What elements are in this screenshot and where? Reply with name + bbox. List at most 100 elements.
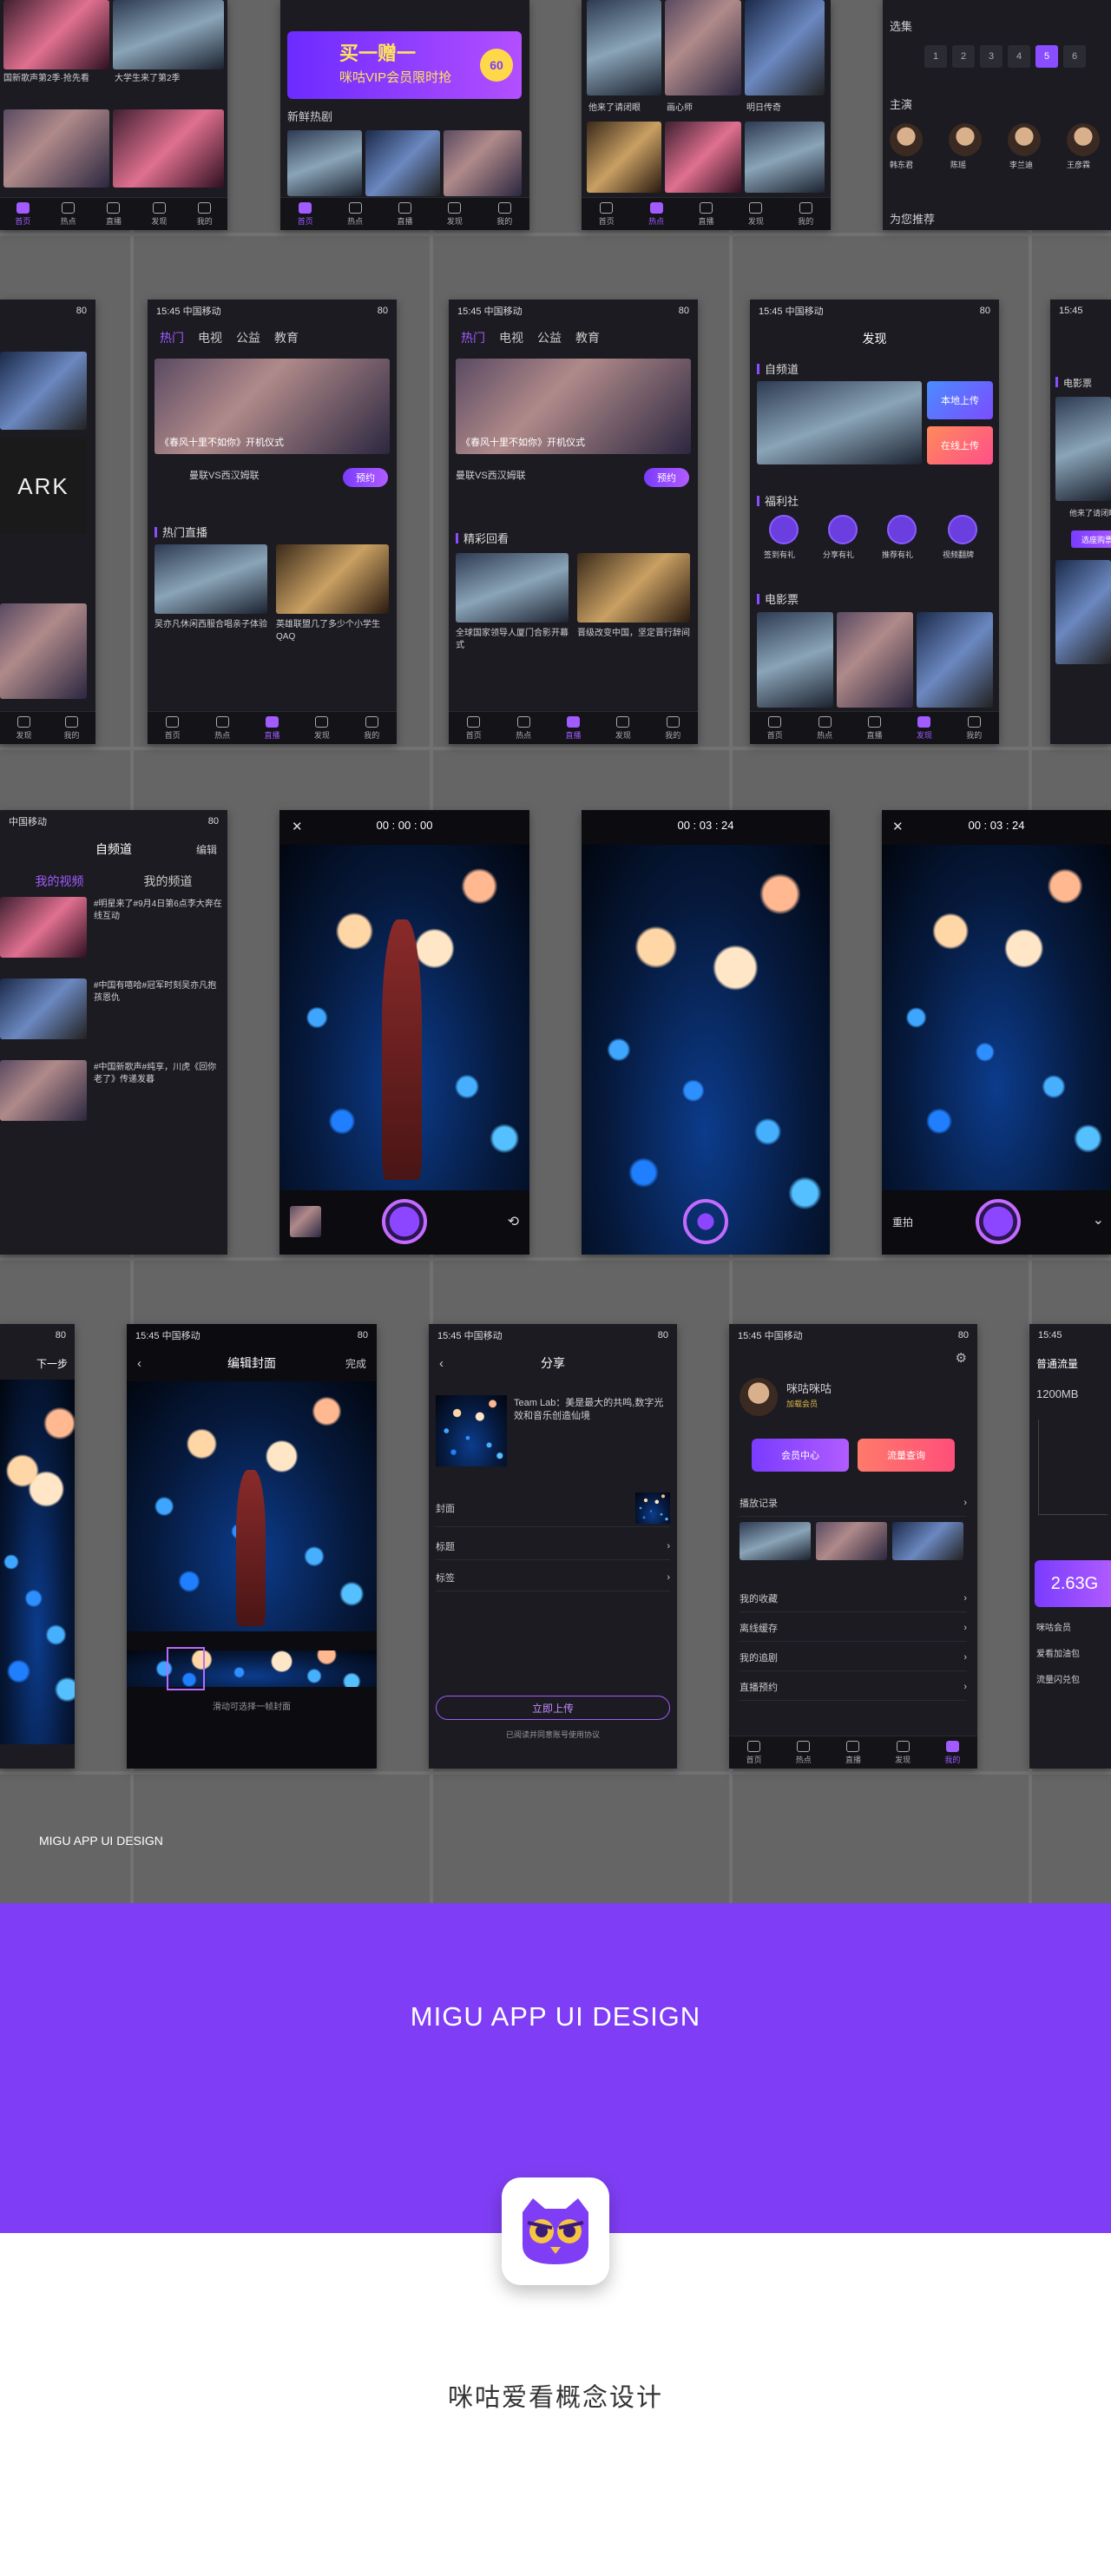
poster[interactable] — [837, 612, 913, 708]
thumbnail[interactable] — [3, 109, 109, 188]
data-card[interactable]: 2.63G — [1035, 1560, 1111, 1607]
tab-hot[interactable]: 热点 — [347, 201, 363, 227]
menu-live-reservation[interactable]: 直播预约 › — [740, 1673, 967, 1701]
menu-favorites[interactable]: 我的收藏 › — [740, 1584, 967, 1612]
tab-live[interactable]: 直播 — [698, 201, 713, 227]
thumbnail[interactable] — [365, 130, 440, 196]
tab-discover[interactable]: 发现 — [895, 1740, 910, 1765]
data-query-button[interactable]: 流量查询 — [858, 1439, 955, 1472]
tab-my-channel[interactable]: 我的频道 — [144, 873, 193, 890]
menu-following[interactable]: 我的追剧 › — [740, 1644, 967, 1671]
avatar[interactable] — [740, 1378, 778, 1416]
thumbnail[interactable] — [154, 544, 267, 614]
agreement-checkbox[interactable]: 已阅读并同意账号使用协议 — [429, 1729, 677, 1740]
poster[interactable] — [665, 122, 741, 193]
thumbnail[interactable] — [577, 553, 690, 623]
tab-hot[interactable]: 热点 — [817, 715, 832, 741]
episode-chip[interactable]: 3 — [980, 45, 1003, 68]
frame-strip[interactable] — [127, 1650, 377, 1687]
chevron-down-icon[interactable]: ⌄ — [1093, 1211, 1104, 1229]
tab-discover[interactable]: 发现 — [748, 201, 764, 227]
tab-charity[interactable]: 公益 — [236, 329, 260, 346]
upload-button[interactable]: 立即上传 — [436, 1696, 670, 1720]
tab-me[interactable]: 我的 — [197, 201, 213, 227]
thumbnail[interactable] — [3, 0, 109, 69]
tab-hot[interactable]: 热点 — [796, 1740, 812, 1765]
field-tags[interactable]: 标签 › — [436, 1564, 670, 1591]
thumbnail[interactable] — [287, 130, 362, 196]
thumbnail[interactable] — [444, 130, 522, 196]
tab-charity[interactable]: 公益 — [537, 329, 562, 346]
tab-live[interactable]: 直播 — [845, 1740, 861, 1765]
tab-me[interactable]: 我的 — [496, 201, 512, 227]
poster[interactable] — [587, 0, 661, 96]
thumbnail[interactable] — [757, 381, 922, 464]
menu-item[interactable]: 爱看加油包 — [1036, 1649, 1080, 1661]
tab-discover[interactable]: 发现 — [917, 715, 932, 741]
poster[interactable] — [665, 0, 741, 96]
history-thumbnail[interactable] — [740, 1522, 811, 1560]
poster[interactable] — [745, 122, 825, 193]
camera-flip-icon[interactable]: ⟲ — [508, 1213, 519, 1230]
reserve-button[interactable]: 预约 — [343, 468, 388, 487]
thumbnail[interactable] — [0, 352, 87, 430]
menu-offline[interactable]: 离线缓存 › — [740, 1614, 967, 1642]
episode-chip[interactable]: 4 — [1008, 45, 1030, 68]
thumbnail[interactable] — [456, 553, 569, 623]
edit-button[interactable]: 编辑 — [196, 842, 217, 857]
tab-home[interactable]: 首页 — [767, 715, 783, 741]
back-icon[interactable]: ‹ — [439, 1356, 444, 1371]
local-upload-button[interactable]: 本地上传 — [927, 381, 993, 419]
tab-hot[interactable]: 热门 — [461, 329, 485, 346]
thumbnail[interactable] — [113, 109, 224, 188]
avatar[interactable] — [890, 123, 923, 156]
avatar[interactable] — [949, 123, 982, 156]
menu-item[interactable]: 流量闪兑包 — [1036, 1675, 1080, 1687]
stop-button[interactable] — [683, 1199, 728, 1244]
video-thumbnail[interactable] — [0, 897, 87, 958]
retake-button[interactable]: 重拍 — [892, 1215, 913, 1229]
flip-icon[interactable] — [948, 515, 977, 544]
reserve-button[interactable]: 预约 — [644, 468, 689, 487]
video-thumbnail[interactable] — [0, 1060, 87, 1121]
tab-live[interactable]: 直播 — [565, 715, 581, 741]
poster[interactable] — [917, 612, 993, 708]
tab-education[interactable]: 教育 — [274, 329, 299, 346]
tab-discover[interactable]: 发现 — [16, 715, 32, 741]
episode-chip[interactable]: 1 — [924, 45, 947, 68]
tab-hot[interactable]: 热点 — [648, 201, 664, 227]
tab-hot[interactable]: 热点 — [516, 715, 531, 741]
history-thumbnail[interactable] — [816, 1522, 887, 1560]
dark-poster[interactable]: ARK — [0, 438, 87, 534]
record-button[interactable] — [976, 1199, 1021, 1244]
frame-selector[interactable] — [167, 1647, 205, 1690]
tab-tv[interactable]: 电视 — [198, 329, 222, 346]
done-button[interactable]: 完成 — [345, 1356, 366, 1371]
tab-hot[interactable]: 热点 — [214, 715, 230, 741]
thumbnail[interactable] — [276, 544, 389, 614]
tab-me[interactable]: 我的 — [364, 715, 379, 741]
tab-education[interactable]: 教育 — [575, 329, 600, 346]
tab-me[interactable]: 我的 — [966, 715, 982, 741]
tab-live[interactable]: 直播 — [106, 201, 122, 227]
poster[interactable] — [1055, 560, 1111, 664]
tab-me[interactable]: 我的 — [944, 1740, 960, 1765]
tab-hot[interactable]: 热点 — [61, 201, 76, 227]
history-thumbnail[interactable] — [892, 1522, 963, 1560]
gear-icon[interactable]: ⚙ — [956, 1350, 967, 1366]
seat-button[interactable]: 选座购票 — [1071, 530, 1111, 548]
next-button[interactable]: 下一步 — [36, 1356, 68, 1371]
menu-item[interactable]: 咪咕会员 — [1036, 1623, 1071, 1635]
tab-me[interactable]: 我的 — [665, 715, 680, 741]
tab-discover[interactable]: 发现 — [151, 201, 167, 227]
tab-live[interactable]: 直播 — [866, 715, 882, 741]
thumbnail[interactable] — [0, 603, 87, 699]
menu-history[interactable]: 播放记录 › — [740, 1489, 967, 1517]
tab-me[interactable]: 我的 — [798, 201, 813, 227]
episode-chip[interactable]: 6 — [1063, 45, 1086, 68]
tab-discover[interactable]: 发现 — [615, 715, 631, 741]
tab-discover[interactable]: 发现 — [447, 201, 463, 227]
vip-center-button[interactable]: 会员中心 — [752, 1439, 849, 1472]
poster[interactable] — [587, 122, 661, 193]
poster[interactable] — [745, 0, 825, 96]
